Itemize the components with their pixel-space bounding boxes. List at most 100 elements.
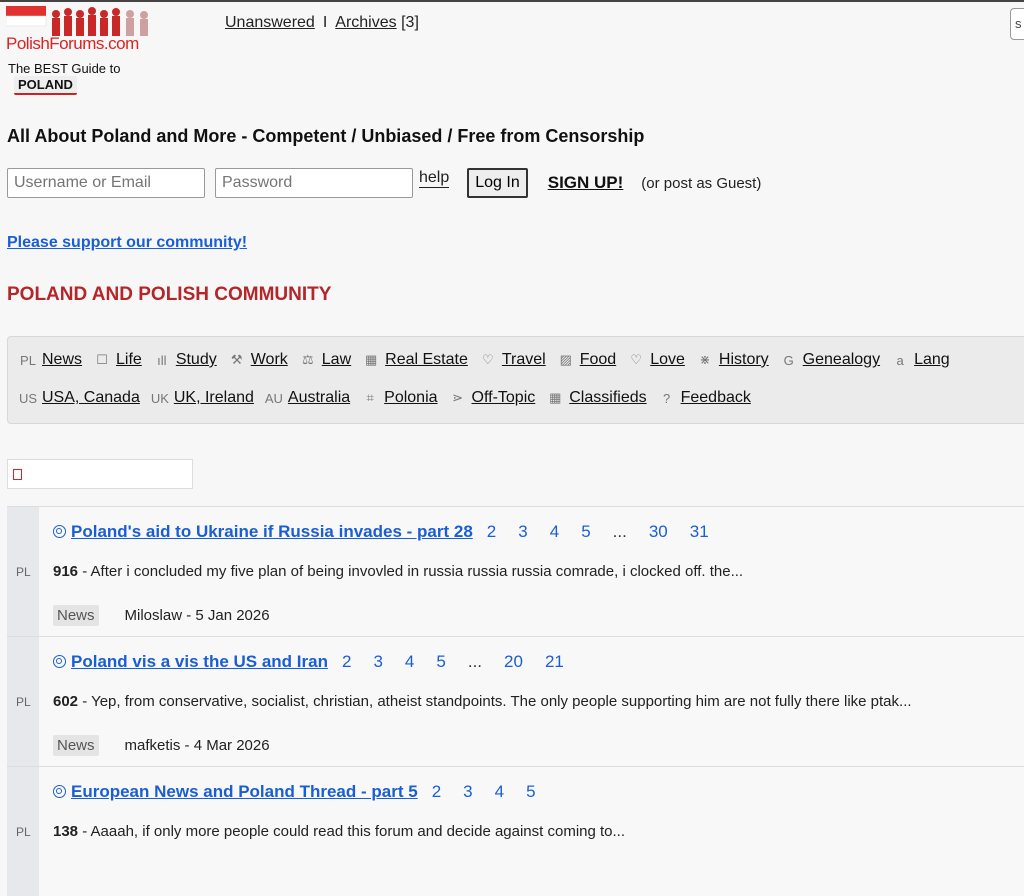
page-link[interactable]: 5 — [581, 522, 590, 541]
thread-snippet: 138 - Aaaah, if only more people could r… — [53, 823, 625, 840]
law-icon: ⚖ — [301, 352, 314, 367]
page-headline: All About Poland and More - Competent / … — [7, 126, 645, 146]
page-link[interactable]: 2 — [342, 652, 351, 671]
checkbox-icon[interactable] — [13, 469, 22, 480]
nav-item-study[interactable]: ıll Study — [152, 351, 217, 369]
nav-item-label: USA, Canada — [42, 389, 140, 406]
nav-item-law[interactable]: ⚖ Law — [298, 351, 351, 369]
page-link[interactable]: 3 — [373, 652, 382, 671]
study-icon: ıll — [157, 352, 167, 368]
thread-title-link[interactable]: Poland vis a vis the US and Iran — [71, 652, 328, 671]
classifieds-icon: ▦ — [549, 390, 562, 405]
nav-item-news[interactable]: PL News — [18, 351, 82, 369]
news-icon: PL — [20, 352, 36, 368]
nav-item-off-topic[interactable]: ⋗ Off-Topic — [448, 389, 536, 407]
usa-canada-icon: US — [18, 390, 38, 406]
help-link[interactable]: help — [419, 169, 450, 188]
thread-row: PL European News and Poland Thread - part… — [7, 766, 1024, 896]
genealogy-icon: G — [783, 352, 794, 368]
nav-item-label: Classifieds — [569, 389, 647, 406]
nav-item-genealogy[interactable]: G Genealogy — [779, 351, 880, 369]
polonia-icon: ⌗ — [366, 390, 374, 405]
snippet-text: - After i concluded my five plan of bein… — [78, 563, 744, 580]
uk-ireland-icon: UK — [150, 390, 169, 406]
thread-meta: News Miloslaw - 5 Jan 2026 — [53, 605, 270, 626]
category-badge[interactable]: News — [53, 605, 99, 626]
page-link[interactable]: 5 — [436, 652, 445, 671]
thread-snippet: 916 - After i concluded my five plan of … — [53, 563, 743, 580]
nav-item-label: News — [42, 351, 83, 368]
thread-rail: PL — [7, 637, 39, 766]
thread-title-link[interactable]: Poland's aid to Ukraine if Russia invade… — [71, 522, 473, 541]
nav-item-label: Genealogy — [802, 351, 881, 368]
pagination-ellipsis: ... — [467, 652, 483, 671]
nav-item-label: UK, Ireland — [173, 389, 254, 406]
site-logo[interactable]: PolishForums.com The BEST Guide toPOLAND — [6, 4, 186, 95]
nav-item-uk-ireland[interactable]: UK UK, Ireland — [150, 389, 254, 407]
nav-item-love[interactable]: ♡ Love — [626, 351, 685, 369]
page-link[interactable]: 31 — [690, 522, 709, 541]
username-input[interactable] — [7, 168, 205, 198]
thread-title-link[interactable]: European News and Poland Thread - part 5 — [71, 782, 418, 801]
page-link[interactable]: 4 — [495, 782, 504, 801]
travel-icon: ♡ — [482, 352, 494, 367]
page-link[interactable]: 4 — [405, 652, 414, 671]
page-link[interactable]: 30 — [649, 522, 668, 541]
page-link[interactable]: 4 — [550, 522, 559, 541]
guest-note: (or post as Guest) — [641, 174, 762, 192]
page-link[interactable]: 3 — [463, 782, 472, 801]
nav-item-label: Australia — [287, 389, 351, 406]
signup-link[interactable]: SIGN UP! — [548, 173, 624, 193]
unanswered-link[interactable]: Unanswered — [225, 14, 315, 31]
search-input[interactable]: s — [1010, 8, 1024, 40]
page-link[interactable]: 2 — [487, 522, 496, 541]
thread-pagination: 2 3 4 5... 20 21 — [342, 652, 586, 671]
nav-item-usa-canada[interactable]: US USA, Canada — [18, 389, 140, 407]
nav-item-polonia[interactable]: ⌗ Polonia — [360, 389, 437, 407]
nav-item-travel[interactable]: ♡ Travel — [478, 351, 546, 369]
forum-pl-icon: PL — [16, 695, 31, 709]
reply-count: 138 — [53, 823, 79, 840]
nav-item-australia[interactable]: AU Australia — [264, 389, 350, 407]
thread-rail: PL — [7, 507, 39, 636]
page-link[interactable]: 5 — [526, 782, 535, 801]
page-link[interactable]: 2 — [432, 782, 441, 801]
thread-bullet-icon — [53, 655, 66, 668]
login-button[interactable]: Log In — [467, 168, 528, 198]
nav-item-label: Lang — [914, 351, 950, 368]
category-badge[interactable]: News — [53, 735, 99, 756]
love-icon: ♡ — [630, 352, 643, 367]
nav-item-feedback[interactable]: ? Feedback — [657, 389, 751, 407]
archives-count: [3] — [401, 14, 419, 31]
password-input[interactable] — [215, 168, 413, 198]
thread-author: mafketis - 4 Mar 2026 — [124, 737, 270, 754]
nav-item-history[interactable]: ⋇ History — [695, 351, 768, 369]
filter-box[interactable] — [7, 459, 193, 489]
food-icon: ▨ — [559, 352, 572, 367]
thread-rail: PL — [7, 767, 39, 896]
nav-item-label: Off-Topic — [471, 389, 536, 406]
lang-icon: a — [896, 352, 904, 368]
tagline-text: The BEST Guide to — [8, 61, 121, 76]
history-icon: ⋇ — [699, 352, 711, 367]
nav-item-lang[interactable]: a Lang — [890, 351, 950, 369]
nav-item-life[interactable]: ☐ Life — [92, 351, 142, 369]
thread-row: PL Poland vis a vis the US and Iran 2 3 4 5..… — [7, 636, 1024, 766]
archives-link[interactable]: Archives — [335, 14, 396, 31]
page-link[interactable]: 20 — [504, 652, 523, 671]
nav-item-label: Food — [579, 351, 617, 368]
reply-count: 916 — [53, 563, 79, 580]
category-nav-row-1: PL News ☐ Life ıll Study ⚒ Work ⚖ Law ▦ Real Estate… — [8, 351, 950, 369]
snippet-text: - Yep, from conservative, socialist, chr… — [78, 693, 912, 710]
thread-list: PL Poland's aid to Ukraine if Russia inva… — [7, 506, 1024, 896]
nav-item-food[interactable]: ▨ Food — [556, 351, 617, 369]
support-community-link[interactable]: Please support our community! — [7, 234, 247, 252]
page-link[interactable]: 3 — [518, 522, 527, 541]
nav-item-classifieds[interactable]: ▦ Classifieds — [545, 389, 647, 407]
off-topic-icon: ⋗ — [452, 390, 463, 405]
thread-snippet: 602 - Yep, from conservative, socialist,… — [53, 693, 912, 710]
page-link[interactable]: 21 — [545, 652, 564, 671]
category-nav-row-2: US USA, Canada UK UK, Ireland AU Australia ⌗ Po… — [8, 389, 751, 407]
nav-item-work[interactable]: ⚒ Work — [227, 351, 288, 369]
nav-item-real-estate[interactable]: ▦ Real Estate — [361, 351, 468, 369]
